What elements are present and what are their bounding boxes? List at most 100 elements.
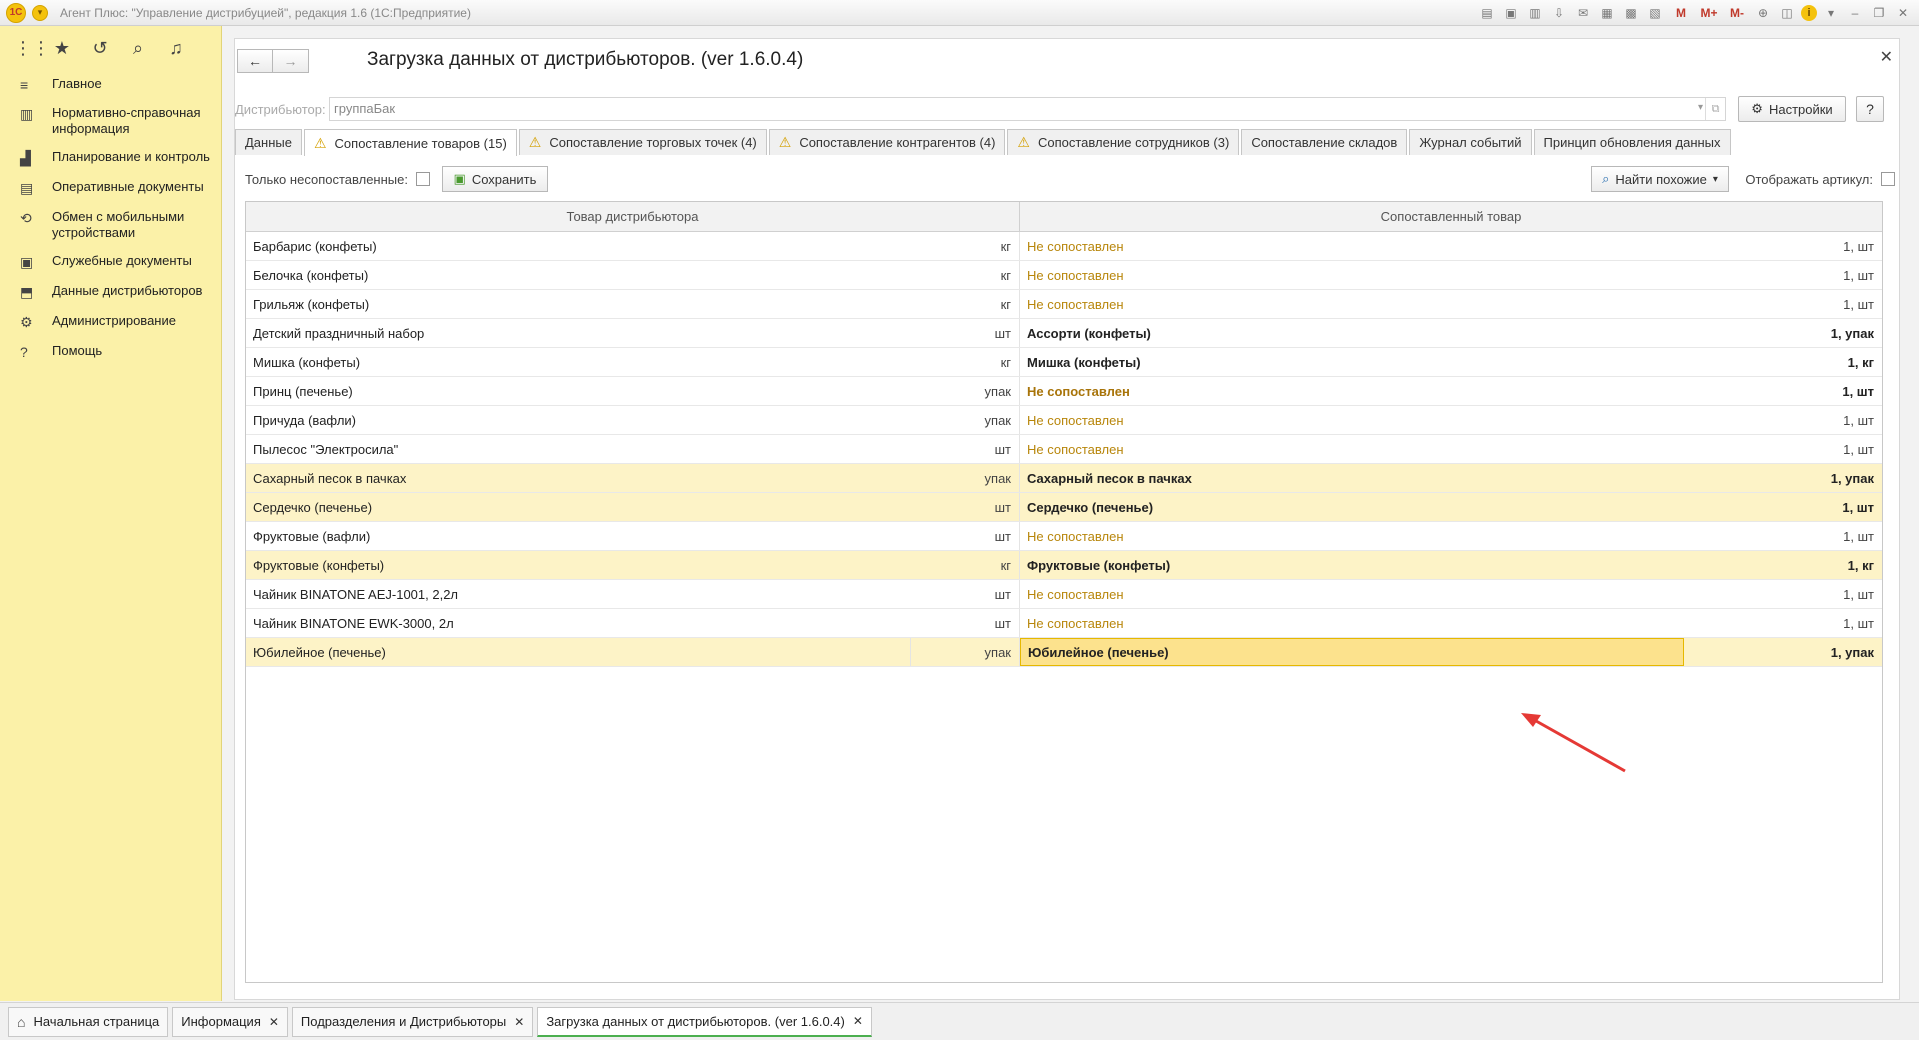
dropdown-icon[interactable]: ▾ (1821, 3, 1841, 23)
table-row[interactable]: Мишка (конфеты) кг Мишка (конфеты) 1, кг (246, 348, 1882, 377)
zoom-icon[interactable]: ⊕ (1753, 3, 1773, 23)
matched-product-cell[interactable]: Сахарный песок в пачках (1020, 464, 1684, 492)
apps-grid-icon[interactable]: ⋮⋮ (14, 38, 50, 59)
chevron-down-icon[interactable]: ▾ (1698, 102, 1703, 113)
memory-m-button[interactable]: M (1669, 3, 1693, 23)
matched-product-cell[interactable]: Не сопоставлен (1020, 377, 1684, 405)
distributor-product-cell[interactable]: Сердечко (печенье) (246, 500, 910, 515)
help-button[interactable]: ? (1856, 96, 1884, 122)
tab-event-log[interactable]: Журнал событий (1409, 129, 1532, 155)
bottom-tab-information[interactable]: Информация ✕ (172, 1006, 288, 1037)
bottom-tab-home[interactable]: ⌂ Начальная страница (8, 1006, 169, 1037)
calendar-icon[interactable]: ▩ (1621, 3, 1641, 23)
sidebar-item-administration[interactable]: ⚙ Администрирование (0, 307, 221, 337)
distributor-unit-cell[interactable]: упак (910, 464, 1020, 492)
matched-product-cell[interactable]: Фруктовые (конфеты) (1020, 551, 1684, 579)
back-arrow-icon[interactable]: ← (237, 49, 273, 73)
distributor-unit-cell[interactable]: упак (910, 406, 1020, 434)
matched-product-cell[interactable]: Не сопоставлен (1020, 580, 1684, 608)
matched-product-cell[interactable]: Не сопоставлен (1020, 609, 1684, 637)
distributor-product-cell[interactable]: Грильяж (конфеты) (246, 297, 910, 312)
table-row[interactable]: Чайник BINATONE AEJ-1001, 2,2л шт Не сопос… (246, 580, 1882, 609)
matched-quantity-cell[interactable]: 1, шт (1684, 500, 1882, 515)
matched-product-cell[interactable]: Мишка (конфеты) (1020, 348, 1684, 376)
sidebar-item-mobile-exchange[interactable]: ⟲ Обмен с мобильными устройствами (0, 203, 221, 247)
distributor-unit-cell[interactable]: шт (910, 609, 1020, 637)
sidebar-item-main[interactable]: ≡ Главное (0, 70, 221, 99)
print-icon[interactable]: ▣ (1501, 3, 1521, 23)
table-row[interactable]: Принц (печенье) упак Не сопоставлен 1, шт (246, 377, 1882, 406)
print-preview-icon[interactable]: ▥ (1525, 3, 1545, 23)
table-row[interactable]: Чайник BINATONE EWK-3000, 2л шт Не сопоста… (246, 609, 1882, 638)
memory-minus-button[interactable]: M- (1725, 3, 1749, 23)
table-row[interactable]: Грильяж (конфеты) кг Не сопоставлен 1, шт (246, 290, 1882, 319)
table-row[interactable]: Причуда (вафли) упак Не сопоставлен 1, шт (246, 406, 1882, 435)
matched-quantity-cell[interactable]: 1, шт (1684, 587, 1882, 602)
distributor-unit-cell[interactable]: кг (910, 261, 1020, 289)
notifications-bell-icon[interactable]: ♫ (166, 38, 186, 59)
table-row[interactable]: Фруктовые (конфеты) кг Фруктовые (конфеты)… (246, 551, 1882, 580)
matched-product-cell[interactable]: Юбилейное (печенье) (1020, 638, 1684, 666)
open-link-icon[interactable]: ⧉ (1705, 98, 1725, 120)
matched-quantity-cell[interactable]: 1, кг (1684, 355, 1882, 370)
sidebar-item-help[interactable]: ? Помощь (0, 337, 221, 366)
distributor-product-cell[interactable]: Барбарис (конфеты) (246, 239, 910, 254)
matched-quantity-cell[interactable]: 1, шт (1684, 384, 1882, 399)
distributor-product-cell[interactable]: Фруктовые (конфеты) (246, 558, 910, 573)
table-row[interactable]: Сердечко (печенье) шт Сердечко (печенье) 1,… (246, 493, 1882, 522)
distributor-unit-cell[interactable]: шт (910, 319, 1020, 347)
sidebar-item-operative-docs[interactable]: ▤ Оперативные документы (0, 173, 221, 203)
mail-icon[interactable]: ✉ (1573, 3, 1593, 23)
matched-quantity-cell[interactable]: 1, шт (1684, 297, 1882, 312)
matched-quantity-cell[interactable]: 1, шт (1684, 239, 1882, 254)
distributor-unit-cell[interactable]: кг (910, 348, 1020, 376)
find-similar-button[interactable]: ⌕ Найти похожие ▾ (1591, 166, 1729, 192)
matched-product-cell[interactable]: Не сопоставлен (1020, 261, 1684, 289)
distributor-unit-cell[interactable]: упак (910, 377, 1020, 405)
matched-quantity-cell[interactable]: 1, шт (1684, 442, 1882, 457)
distributor-product-cell[interactable]: Юбилейное (печенье) (246, 645, 910, 660)
matched-product-cell[interactable]: Не сопоставлен (1020, 435, 1684, 463)
search-icon[interactable]: ⌕ (128, 38, 148, 59)
save-button[interactable]: ▣ Сохранить (441, 166, 548, 192)
table-row[interactable]: Юбилейное (печенье) упак Юбилейное (печень… (246, 638, 1882, 667)
panels-icon[interactable]: ◫ (1777, 3, 1797, 23)
tab-update-principle[interactable]: Принцип обновления данных (1533, 129, 1731, 155)
sidebar-item-reference[interactable]: ▥ Нормативно-справочная информация (0, 99, 221, 143)
matched-quantity-cell[interactable]: 1, шт (1684, 616, 1882, 631)
save-icon[interactable]: ▤ (1477, 3, 1497, 23)
history-icon[interactable]: ↺ (90, 38, 110, 59)
distributor-product-cell[interactable]: Белочка (конфеты) (246, 268, 910, 283)
sidebar-item-planning[interactable]: ▟ Планирование и контроль (0, 143, 221, 173)
distributor-product-cell[interactable]: Причуда (вафли) (246, 413, 910, 428)
matched-quantity-cell[interactable]: 1, шт (1684, 529, 1882, 544)
tab-employees-matching[interactable]: ⚠ Сопоставление сотрудников (3) (1007, 129, 1240, 155)
distributor-product-cell[interactable]: Чайник BINATONE EWK-3000, 2л (246, 616, 910, 631)
tab-data[interactable]: Данные (235, 129, 302, 155)
sidebar-item-distributor-data[interactable]: ⬒ Данные дистрибьюторов (0, 277, 221, 307)
distributor-product-cell[interactable]: Сахарный песок в пачках (246, 471, 910, 486)
tab-warehouses-matching[interactable]: Сопоставление складов (1241, 129, 1408, 155)
sidebar-item-service-docs[interactable]: ▣ Служебные документы (0, 247, 221, 277)
tab-counterparties-matching[interactable]: ⚠ Сопоставление контрагентов (4) (768, 129, 1006, 155)
tab-products-matching[interactable]: ⚠ Сопоставление товаров (15) (303, 129, 517, 156)
table-row[interactable]: Сахарный песок в пачках упак Сахарный песо… (246, 464, 1882, 493)
table-row[interactable]: Пылесос "Электросила" шт Не сопоставлен 1, … (246, 435, 1882, 464)
bottom-tab-divisions[interactable]: Подразделения и Дистрибьюторы ✕ (291, 1006, 534, 1037)
distributor-product-cell[interactable]: Принц (печенье) (246, 384, 910, 399)
settings-button[interactable]: ⚙ Настройки (1738, 96, 1846, 122)
matched-product-cell[interactable]: Ассорти (конфеты) (1020, 319, 1684, 347)
distributor-unit-cell[interactable]: кг (910, 551, 1020, 579)
close-window-icon[interactable]: ✕ (1893, 3, 1913, 23)
matched-product-cell[interactable]: Не сопоставлен (1020, 232, 1684, 260)
memory-plus-button[interactable]: M+ (1697, 3, 1721, 23)
matched-quantity-cell[interactable]: 1, упак (1684, 471, 1882, 486)
distributor-unit-cell[interactable]: шт (910, 522, 1020, 550)
table-icon[interactable]: ▦ (1597, 3, 1617, 23)
matched-product-cell[interactable]: Сердечко (печенье) (1020, 493, 1684, 521)
close-icon[interactable]: ✕ (514, 1015, 524, 1029)
matched-quantity-cell[interactable]: 1, шт (1684, 413, 1882, 428)
distributor-product-cell[interactable]: Фруктовые (вафли) (246, 529, 910, 544)
matched-product-cell[interactable]: Не сопоставлен (1020, 522, 1684, 550)
matched-quantity-cell[interactable]: 1, упак (1684, 645, 1882, 660)
